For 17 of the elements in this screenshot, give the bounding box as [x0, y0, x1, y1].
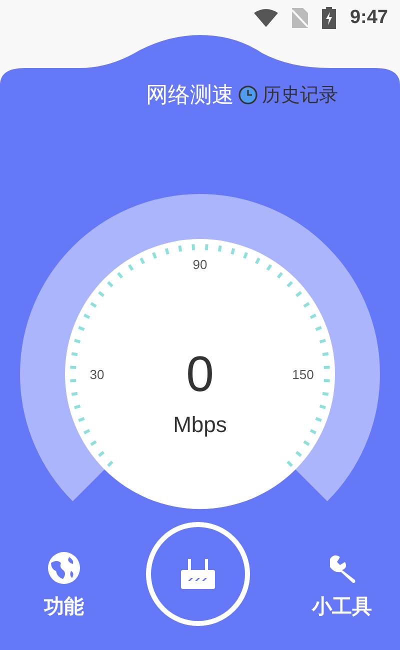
- tools-tab[interactable]: 小工具: [312, 553, 372, 620]
- scale-label: 30: [90, 367, 104, 382]
- router-icon: [181, 559, 215, 589]
- history-link[interactable]: 历史记录: [238, 82, 338, 108]
- scale-label: 90: [192, 257, 208, 272]
- clock-icon: [238, 85, 258, 105]
- scale-label: 150: [292, 367, 314, 382]
- features-tab[interactable]: 功能: [44, 551, 84, 620]
- wifi-icon: [254, 8, 278, 26]
- no-sim-icon: [292, 8, 308, 28]
- speed-value: 0: [186, 346, 214, 402]
- globe-icon: [47, 551, 81, 585]
- page-title: 网络测速: [146, 82, 234, 110]
- battery-charging-icon: [322, 6, 336, 28]
- start-test-button[interactable]: [146, 522, 250, 626]
- status-time: 9:47: [350, 6, 388, 28]
- speed-unit: Mbps: [173, 412, 227, 437]
